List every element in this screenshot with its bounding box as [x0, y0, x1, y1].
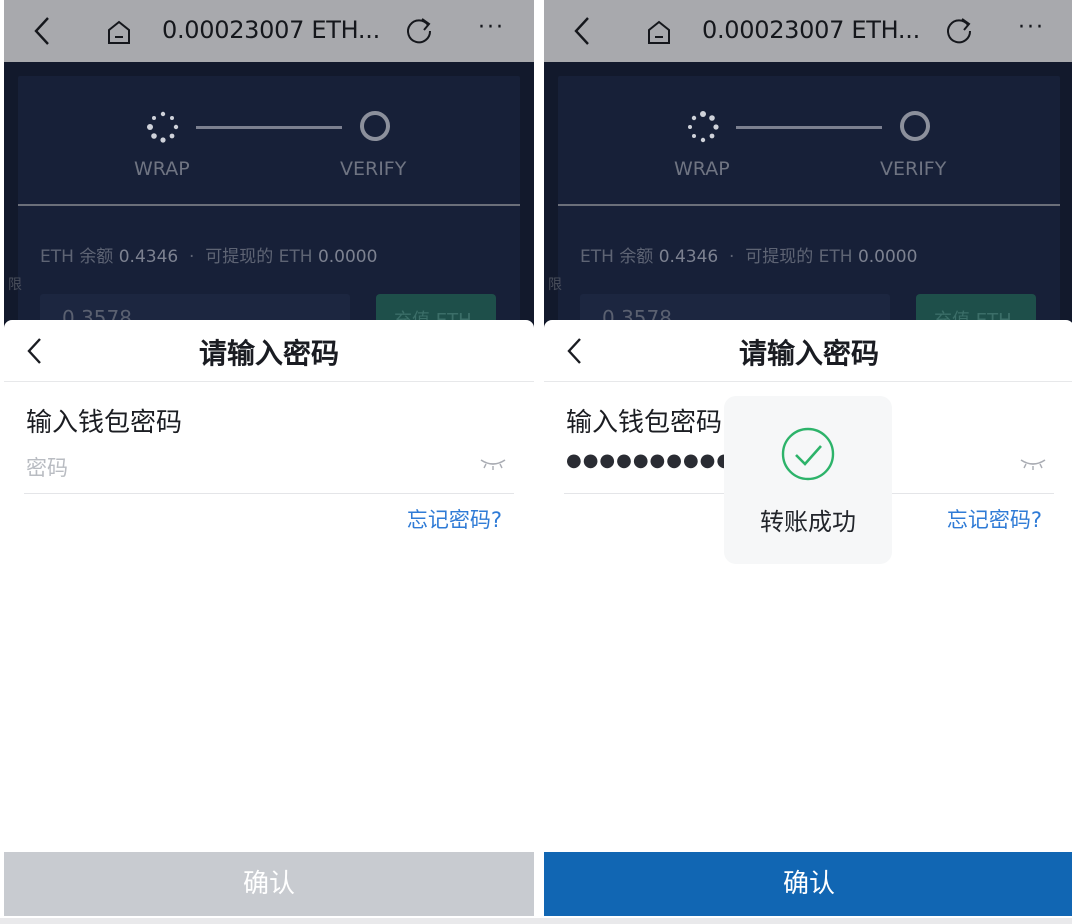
- sheet-title: 请输入密码: [738, 337, 879, 370]
- withdrawable-value: 0.0000: [317, 247, 378, 267]
- balance-label: ETH 余额: [580, 247, 654, 267]
- forgot-password-link[interactable]: 忘记密码?: [407, 504, 502, 534]
- home-icon[interactable]: [104, 18, 134, 46]
- page-title: 0.00023007 ETH...: [702, 16, 920, 44]
- browser-topbar: 0.00023007 ETH... ···: [544, 0, 1072, 62]
- wrap-card: [18, 76, 520, 326]
- withdrawable-label: 可提现的 ETH: [745, 247, 853, 267]
- verify-step-circle: [360, 111, 390, 141]
- verify-step-circle: [900, 111, 930, 141]
- step-wrap-label: WRAP: [674, 158, 730, 180]
- balance-line: ETH 余额 0.4346 · 可提现的 ETH 0.0000: [40, 242, 377, 267]
- separator: ·: [189, 247, 195, 267]
- balance-label: ETH 余额: [40, 247, 114, 267]
- more-icon[interactable]: ···: [1018, 14, 1052, 48]
- sheet-title: 请输入密码: [198, 337, 339, 370]
- balance-value: 0.4346: [118, 247, 179, 267]
- page-title: 0.00023007 ETH...: [162, 16, 380, 44]
- dapp-background: WRAP VERIFY ETH 余额 0.4346 · 可提现的 ETH 0.0…: [544, 62, 1072, 334]
- eye-closed-icon[interactable]: [478, 456, 508, 472]
- separator: ·: [729, 247, 735, 267]
- step-wrap-label: WRAP: [134, 158, 190, 180]
- password-field-label: 输入钱包密码: [26, 408, 183, 438]
- confirm-button[interactable]: 确认: [4, 852, 534, 916]
- sheet-header: 请输入密码: [544, 320, 1072, 382]
- divider: [18, 204, 520, 206]
- balance-line: ETH 余额 0.4346 · 可提现的 ETH 0.0000: [580, 242, 917, 267]
- step-verify-label: VERIFY: [340, 158, 407, 180]
- screen-right: 0.00023007 ETH... ··· WRAP VERIFY ETH 余额…: [544, 0, 1072, 924]
- sheet-header: 请输入密码: [4, 320, 534, 382]
- reload-icon[interactable]: [404, 16, 434, 46]
- loading-spinner-icon: [147, 111, 179, 143]
- loading-spinner-icon: [688, 111, 719, 143]
- wrap-card: [558, 76, 1060, 326]
- edge-label: 限: [548, 277, 562, 293]
- divider: [558, 204, 1060, 206]
- edge-label: 限: [8, 277, 22, 293]
- withdrawable-label: 可提现的 ETH: [205, 247, 313, 267]
- success-check-icon: [781, 427, 835, 481]
- screen-left: 0.00023007 ETH... ··· WRAP VERIFY ETH 余额…: [4, 0, 534, 924]
- password-input[interactable]: 密码: [26, 452, 68, 482]
- step-verify-label: VERIFY: [880, 158, 947, 180]
- password-sheet: 请输入密码 输入钱包密码 密码 忘记密码?: [4, 320, 534, 924]
- home-icon[interactable]: [644, 18, 674, 46]
- password-field-label: 输入钱包密码: [566, 408, 723, 438]
- reload-icon[interactable]: [944, 16, 974, 46]
- withdrawable-value: 0.0000: [857, 247, 918, 267]
- input-underline: [24, 493, 514, 494]
- toast-message: 转账成功: [760, 508, 856, 536]
- confirm-button[interactable]: 确认: [544, 852, 1072, 916]
- success-toast: 转账成功: [724, 396, 892, 564]
- bottom-strip: [0, 918, 1072, 924]
- eye-closed-icon[interactable]: [1018, 456, 1048, 472]
- dapp-background: WRAP VERIFY ETH 余额 0.4346 · 可提现的 ETH 0.0…: [4, 62, 534, 334]
- forgot-password-link[interactable]: 忘记密码?: [947, 504, 1042, 534]
- step-connector: [736, 126, 882, 129]
- more-icon[interactable]: ···: [478, 14, 512, 48]
- password-input[interactable]: ●●●●●●●●●●: [566, 450, 733, 471]
- step-connector: [196, 126, 342, 129]
- back-icon[interactable]: [26, 14, 60, 48]
- back-icon[interactable]: [566, 14, 600, 48]
- balance-value: 0.4346: [658, 247, 719, 267]
- browser-topbar: 0.00023007 ETH... ···: [4, 0, 534, 62]
